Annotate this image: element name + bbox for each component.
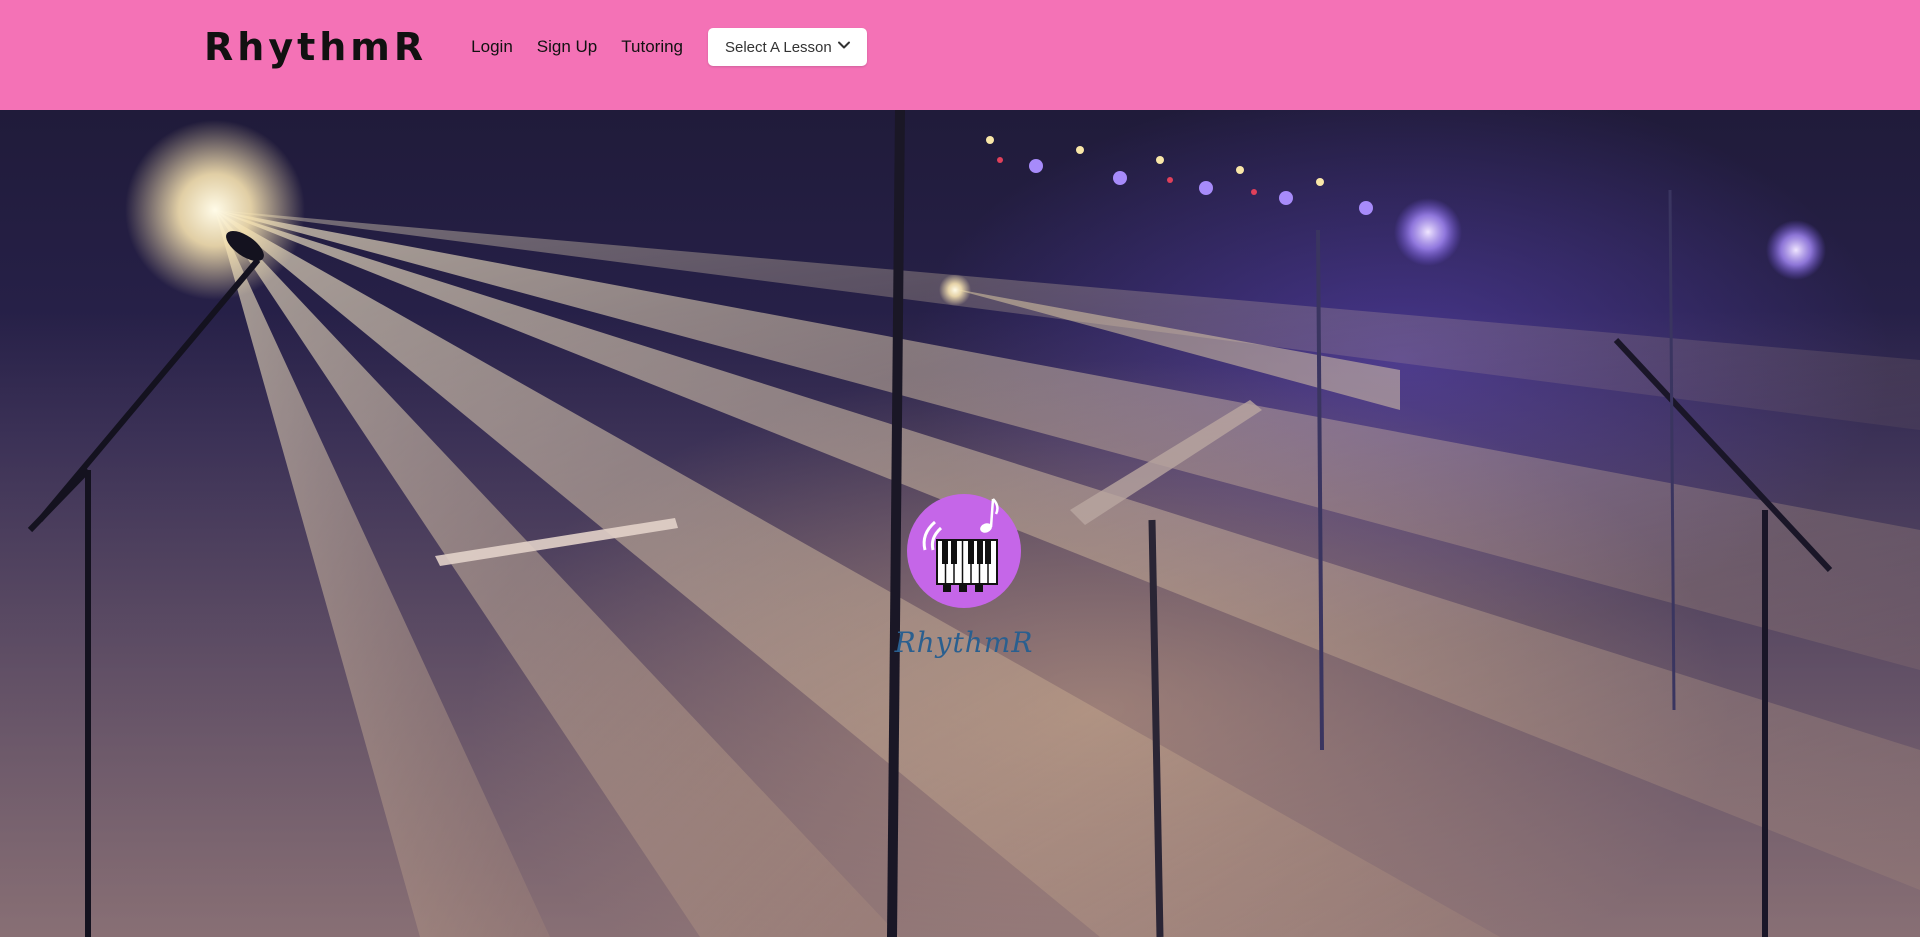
tutoring-link[interactable]: Tutoring: [621, 37, 683, 57]
signup-link[interactable]: Sign Up: [537, 37, 597, 57]
top-navbar: RhythmR Login Sign Up Tutoring Select A …: [0, 0, 1920, 110]
brand-logo-text[interactable]: RhythmR: [204, 25, 427, 69]
hero-logo-text: RhythmR: [894, 626, 1034, 659]
select-lesson-dropdown[interactable]: Select A Lesson: [708, 28, 867, 66]
login-link[interactable]: Login: [471, 37, 513, 57]
chevron-down-icon: [837, 38, 851, 56]
select-lesson-label: Select A Lesson: [725, 38, 832, 56]
piano-music-note-icon: [907, 494, 1021, 608]
hero-logo: RhythmR: [884, 494, 1044, 659]
hero-stage-background: RhythmR: [0, 110, 1920, 937]
